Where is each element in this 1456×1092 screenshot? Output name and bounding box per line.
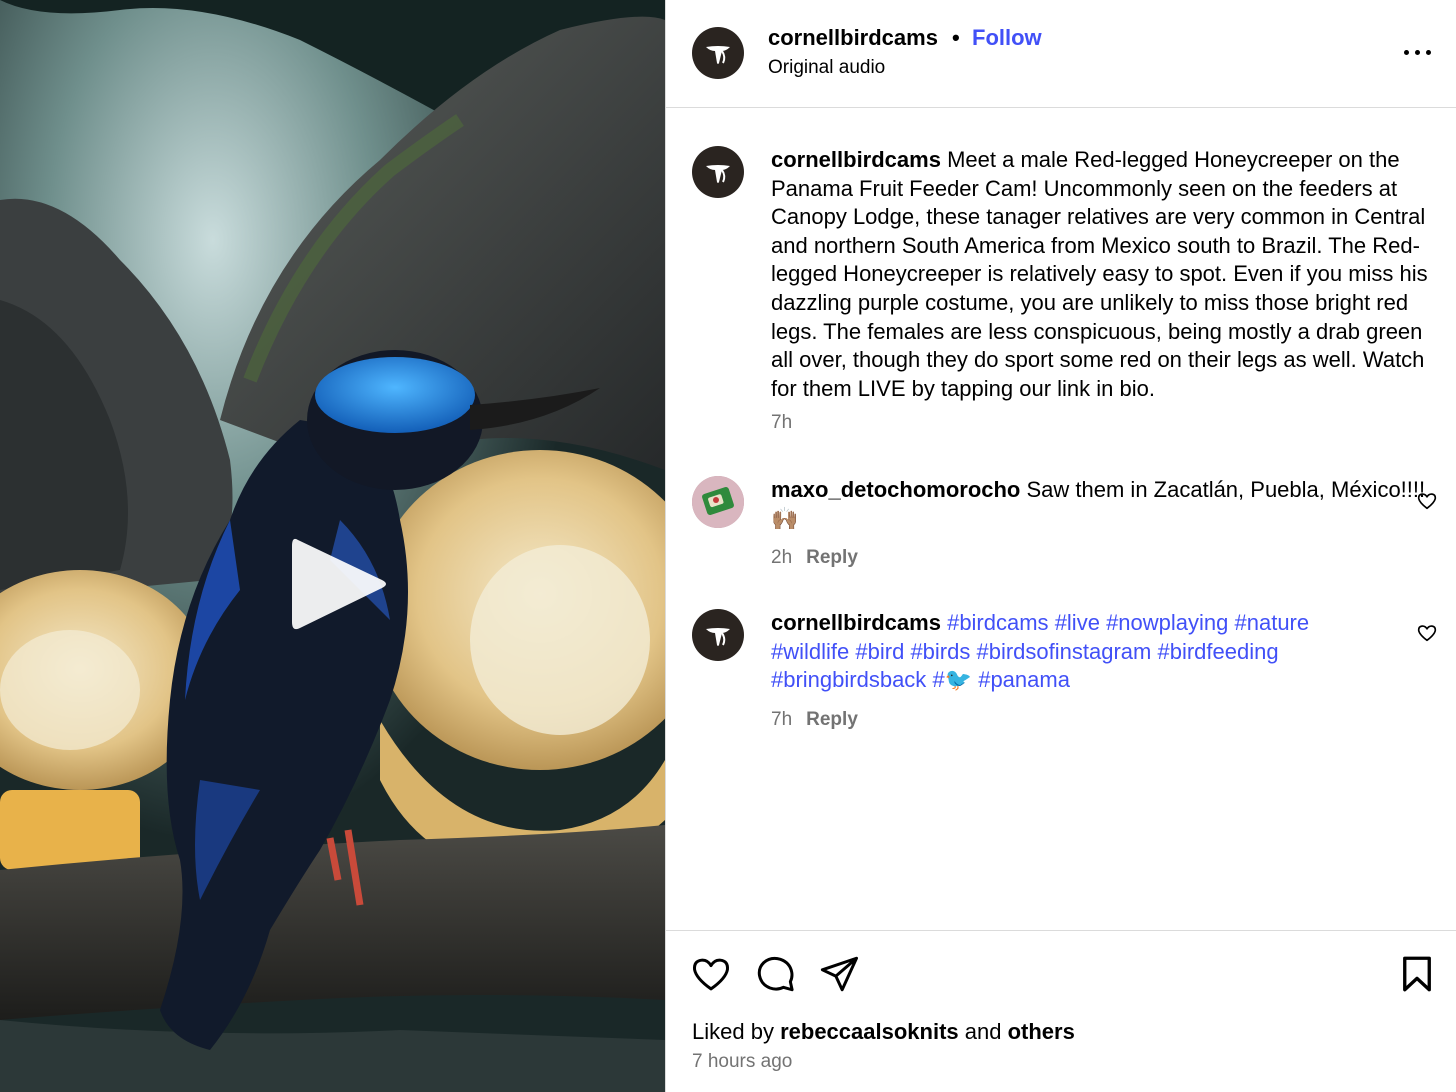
hashtag-link[interactable]: #nature bbox=[1235, 610, 1310, 635]
comment-username[interactable]: cornellbirdcams bbox=[771, 610, 941, 635]
hummingbird-logo-icon bbox=[706, 165, 730, 183]
hashtag-link[interactable]: #wildlife bbox=[771, 639, 849, 664]
post-header: cornellbirdcams • Follow Original audio bbox=[666, 0, 1456, 108]
liked-by-username[interactable]: rebeccaalsoknits bbox=[780, 1019, 959, 1044]
audio-label[interactable]: Original audio bbox=[768, 57, 885, 79]
more-options-button[interactable] bbox=[1400, 38, 1436, 66]
hashtag-link[interactable]: #birdfeeding bbox=[1157, 639, 1278, 664]
reply-button[interactable]: Reply bbox=[806, 547, 858, 568]
comment-meta: 7h Reply bbox=[771, 709, 858, 731]
comment-text: cornellbirdcams #birdcams #live #nowplay… bbox=[771, 609, 1381, 695]
comment-username[interactable]: maxo_detochomorocho bbox=[771, 477, 1020, 502]
avatar[interactable] bbox=[692, 146, 744, 198]
avatar[interactable] bbox=[692, 27, 744, 79]
timestamp[interactable]: 7h bbox=[771, 412, 792, 433]
post-detail-panel: cornellbirdcams • Follow Original audio … bbox=[665, 0, 1456, 1092]
like-comment-heart-icon[interactable] bbox=[1416, 622, 1438, 644]
share-icon[interactable] bbox=[818, 953, 860, 995]
user-avatar-image bbox=[692, 476, 744, 528]
like-comment-heart-icon[interactable] bbox=[1416, 490, 1438, 512]
caption-username[interactable]: cornellbirdcams bbox=[771, 147, 941, 172]
comment-icon[interactable] bbox=[755, 953, 797, 995]
hashtag-link[interactable]: #nowplaying bbox=[1106, 610, 1228, 635]
hashtag-link[interactable]: #live bbox=[1055, 610, 1100, 635]
post-timestamp[interactable]: 7 hours ago bbox=[692, 1051, 792, 1073]
reply-button[interactable]: Reply bbox=[806, 709, 858, 730]
likes-summary: Liked by rebeccaalsoknits and others bbox=[692, 1019, 1075, 1044]
avatar[interactable] bbox=[692, 476, 744, 528]
play-icon bbox=[292, 538, 386, 630]
avatar[interactable] bbox=[692, 609, 744, 661]
hashtag-link[interactable]: #panama bbox=[978, 667, 1070, 692]
hummingbird-logo-icon bbox=[706, 46, 730, 64]
hashtag-link[interactable]: #birds bbox=[910, 639, 970, 664]
hashtag-link[interactable]: #🐦 bbox=[932, 667, 972, 692]
caption-text: cornellbirdcams Meet a male Red-legged H… bbox=[771, 146, 1441, 403]
comment-meta: 2h Reply bbox=[771, 547, 858, 569]
follow-button[interactable]: Follow bbox=[972, 25, 1042, 51]
bookmark-icon[interactable] bbox=[1396, 953, 1438, 995]
heart-icon[interactable] bbox=[690, 953, 732, 995]
hashtag-link[interactable]: #birdcams bbox=[947, 610, 1048, 635]
more-icon bbox=[1404, 50, 1409, 55]
timestamp[interactable]: 7h bbox=[771, 709, 792, 730]
caption-meta: 7h bbox=[771, 412, 792, 434]
hashtag-link[interactable]: #birdsofinstagram bbox=[976, 639, 1151, 664]
caption-body: Meet a male Red-legged Honeycreeper on t… bbox=[771, 147, 1428, 401]
hashtag-link[interactable]: #bird bbox=[855, 639, 904, 664]
comment-text: maxo_detochomorocho Saw them in Zacatlán… bbox=[771, 476, 1441, 533]
timestamp[interactable]: 2h bbox=[771, 547, 792, 568]
post-author-username[interactable]: cornellbirdcams bbox=[768, 25, 938, 51]
hummingbird-logo-icon bbox=[706, 628, 730, 646]
separator-dot: • bbox=[952, 25, 960, 50]
play-button[interactable] bbox=[286, 532, 390, 636]
post-actions-footer: Liked by rebeccaalsoknits and others 7 h… bbox=[666, 930, 1456, 1092]
post-video[interactable] bbox=[0, 0, 665, 1092]
likes-others-link[interactable]: others bbox=[1008, 1019, 1075, 1044]
hashtag-link[interactable]: #bringbirdsback bbox=[771, 667, 926, 692]
